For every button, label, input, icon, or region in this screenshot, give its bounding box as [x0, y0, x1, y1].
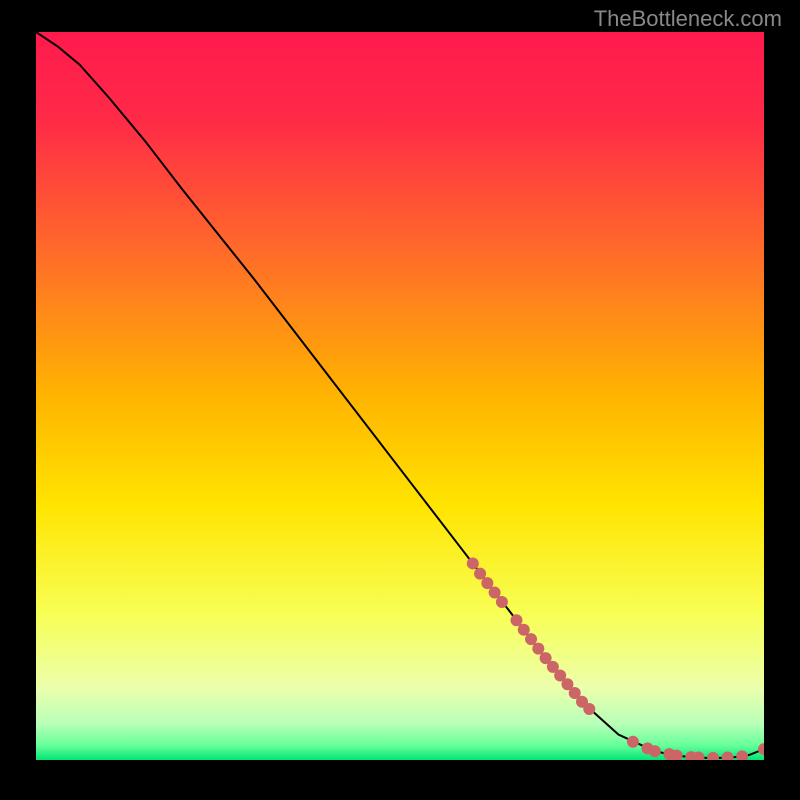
- data-point: [583, 703, 595, 715]
- plot-area: [36, 32, 764, 760]
- data-point: [481, 577, 493, 589]
- data-point: [518, 624, 530, 636]
- data-point: [649, 745, 661, 757]
- watermark-text: TheBottleneck.com: [594, 6, 782, 32]
- data-point: [707, 752, 719, 760]
- data-point: [532, 643, 544, 655]
- data-point: [627, 736, 639, 748]
- data-point: [489, 587, 501, 599]
- data-point: [474, 568, 486, 580]
- data-point: [525, 633, 537, 645]
- data-point: [467, 557, 479, 569]
- data-point: [758, 743, 764, 755]
- chart-svg: [36, 32, 764, 760]
- main-curve: [36, 32, 764, 758]
- data-point: [510, 614, 522, 626]
- data-point: [496, 596, 508, 608]
- data-point: [722, 751, 734, 760]
- data-point: [736, 750, 748, 760]
